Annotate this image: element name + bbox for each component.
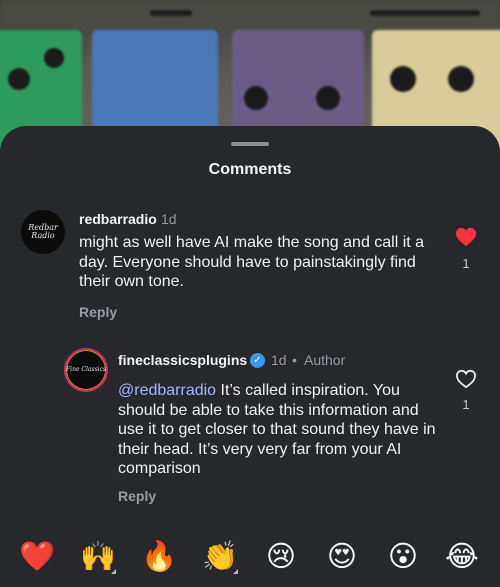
emoji-reaction-bar: ❤️ 🙌 🔥 👏 😢 😍 😮 😂 bbox=[0, 536, 500, 576]
reply-button[interactable]: Reply bbox=[118, 488, 156, 504]
reply-button[interactable]: Reply bbox=[79, 304, 117, 320]
emoji-red-heart-button[interactable]: ❤️ bbox=[17, 536, 57, 576]
comment-username[interactable]: fineclassicsplugins bbox=[118, 352, 247, 368]
emoji-surprised-face-button[interactable]: 😮 bbox=[383, 536, 423, 576]
emoji-clapping-hands-button[interactable]: 👏 bbox=[200, 536, 240, 576]
background-knob bbox=[244, 86, 268, 110]
comment-time: 1d bbox=[271, 352, 287, 368]
comments-sheet: Comments Redbar Radio redbarradio 1d mig… bbox=[0, 126, 500, 587]
like-button[interactable] bbox=[454, 227, 478, 252]
emoji-heart-eyes-face-button[interactable]: 😍 bbox=[322, 536, 362, 576]
mention-link[interactable]: @redbarradio bbox=[118, 382, 216, 399]
background-detail bbox=[150, 10, 192, 16]
verified-badge-icon: ✓ bbox=[250, 353, 265, 368]
skin-tone-indicator-icon bbox=[233, 569, 238, 574]
background-knob bbox=[390, 66, 416, 92]
emoji-tears-of-joy-face-button[interactable]: 😂 bbox=[442, 536, 482, 576]
avatar[interactable]: Fine Classics bbox=[64, 348, 108, 392]
background-knob bbox=[44, 48, 64, 68]
background-knob bbox=[448, 66, 474, 92]
emoji-fire-button[interactable]: 🔥 bbox=[139, 536, 179, 576]
author-label: Author bbox=[304, 352, 346, 368]
background-detail bbox=[370, 10, 480, 16]
like-button[interactable] bbox=[454, 369, 478, 394]
comment-time: 1d bbox=[161, 211, 177, 227]
emoji-crying-face-button[interactable]: 😢 bbox=[261, 536, 301, 576]
sheet-title: Comments bbox=[208, 161, 292, 178]
sheet-drag-handle[interactable] bbox=[231, 142, 269, 146]
like-count: 1 bbox=[462, 397, 470, 412]
skin-tone-indicator-icon bbox=[111, 569, 116, 574]
heart-filled-icon bbox=[456, 227, 476, 247]
like-count: 1 bbox=[462, 256, 470, 271]
meta-separator: • bbox=[292, 352, 297, 368]
app-screen: Comments Redbar Radio redbarradio 1d mig… bbox=[0, 0, 500, 587]
heart-outline-icon bbox=[455, 369, 477, 389]
comment-text: might as well have AI make the song and … bbox=[79, 234, 425, 290]
comment-username[interactable]: redbarradio bbox=[79, 211, 157, 227]
avatar[interactable]: Redbar Radio bbox=[21, 210, 65, 254]
background-knob bbox=[8, 68, 30, 90]
background-knob bbox=[316, 86, 340, 110]
emoji-raising-hands-button[interactable]: 🙌 bbox=[78, 536, 118, 576]
comment-text: @redbarradio It’s called inspiration. Yo… bbox=[118, 381, 440, 479]
